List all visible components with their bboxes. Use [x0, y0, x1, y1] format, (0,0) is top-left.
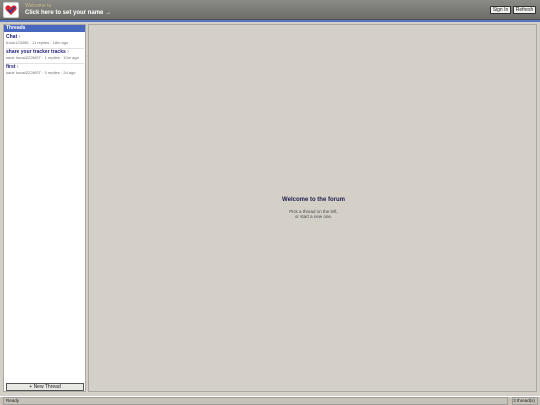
welcome-subtitle-line: or start a new one. — [294, 214, 333, 219]
sidebar-title: Threads — [4, 25, 85, 32]
heart-check-logo-icon — [3, 2, 19, 18]
main-panel: Welcome to the forum Pick a thread on th… — [88, 24, 537, 392]
header-accent-stripe — [0, 20, 540, 22]
forum-app: Welcome to Click here to set your name →… — [0, 0, 540, 405]
new-thread-button[interactable]: + New Thread — [6, 383, 84, 391]
thread-item[interactable]: first › sauir houstZZ2MST · 0 replies · … — [4, 64, 85, 79]
thread-meta: sauir houstZZ2MST · 1 replies · 10m ago — [6, 55, 79, 60]
thread-meta: frodo123456 · 11 replies · 18m ago — [6, 40, 69, 45]
thread-sidebar: Threads Chat › frodo123456 · 11 replies … — [3, 24, 86, 392]
welcome-title: Welcome to the forum — [282, 197, 345, 203]
thread-count: 3 thread(s) — [512, 397, 538, 405]
set-name-link[interactable]: Click here to set your name → — [25, 9, 111, 17]
thread-item[interactable]: Chat › frodo123456 · 11 replies · 18m ag… — [4, 34, 85, 49]
thread-meta: sauir houstZZ2MST · 0 replies · 2d ago — [6, 70, 76, 75]
status-text: Ready — [3, 397, 508, 405]
welcome-subtitle: Pick a thread on the left, or start a ne… — [89, 209, 538, 219]
status-bar: Ready 3 thread(s) — [0, 396, 540, 405]
refresh-button[interactable]: Refresh — [513, 6, 536, 14]
sign-in-button[interactable]: Sign In — [490, 6, 511, 14]
header-bar: Welcome to Click here to set your name →… — [0, 0, 540, 20]
thread-item[interactable]: share your tracker tracks › sauir houstZ… — [4, 49, 85, 64]
